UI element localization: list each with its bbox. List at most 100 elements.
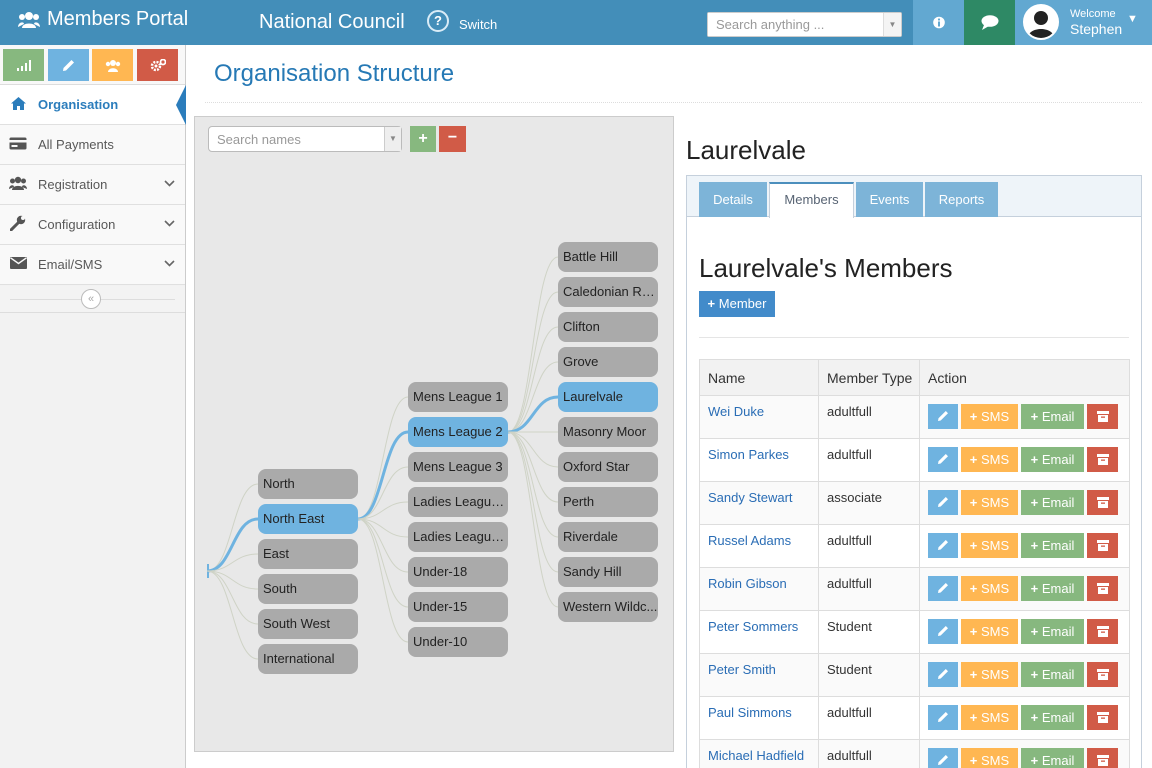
sms-member-button[interactable]: + SMS — [961, 662, 1018, 687]
edit-member-button[interactable] — [928, 662, 958, 687]
region-node-east[interactable]: East — [258, 539, 358, 569]
sms-member-button[interactable]: + SMS — [961, 490, 1018, 515]
double-chevron-left-icon[interactable]: « — [81, 289, 101, 309]
sms-member-button[interactable]: + SMS — [961, 404, 1018, 429]
add-member-button[interactable]: + Member — [699, 291, 775, 317]
sidebar-item-configuration[interactable]: Configuration — [0, 205, 185, 245]
club-node-riverdale[interactable]: Riverdale — [558, 522, 658, 552]
archive-member-button[interactable] — [1087, 705, 1118, 730]
region-node-south-west[interactable]: South West — [258, 609, 358, 639]
global-search[interactable]: ▼ — [707, 12, 902, 37]
region-node-south[interactable]: South — [258, 574, 358, 604]
archive-member-button[interactable] — [1087, 404, 1118, 429]
sms-member-button[interactable]: + SMS — [961, 748, 1018, 768]
member-name-link[interactable]: Sandy Stewart — [708, 490, 793, 505]
club-node-perth[interactable]: Perth — [558, 487, 658, 517]
sidebar-item-email-sms[interactable]: Email/SMS — [0, 245, 185, 285]
club-node-battle-hill[interactable]: Battle Hill — [558, 242, 658, 272]
user-menu[interactable]: Welcome Stephen ▼ — [1015, 0, 1152, 45]
member-name-link[interactable]: Peter Sommers — [708, 619, 798, 634]
brand[interactable]: Members Portal — [18, 8, 188, 31]
column-header-name[interactable]: Name — [699, 359, 819, 396]
league-node-ladies-league-1[interactable]: Ladies League 1 — [408, 487, 508, 517]
club-node-masonry-moor[interactable]: Masonry Moor — [558, 417, 658, 447]
sms-member-button[interactable]: + SMS — [961, 533, 1018, 558]
edit-member-button[interactable] — [928, 533, 958, 558]
club-node-oxford-star[interactable]: Oxford Star — [558, 452, 658, 482]
club-node-western-wildc[interactable]: Western Wildc... — [558, 592, 658, 622]
league-node-under-10[interactable]: Under-10 — [408, 627, 508, 657]
email-member-button[interactable]: + Email — [1021, 576, 1084, 601]
column-header-member-type[interactable]: Member Type — [818, 359, 920, 396]
member-name-link[interactable]: Michael Hadfield — [708, 748, 804, 763]
caret-down-icon[interactable]: ▼ — [883, 13, 901, 36]
member-name-link[interactable]: Paul Simmons — [708, 705, 792, 720]
tab-members[interactable]: Members — [769, 182, 854, 218]
archive-member-button[interactable] — [1087, 619, 1118, 644]
email-member-button[interactable]: + Email — [1021, 447, 1084, 472]
help-icon[interactable]: ? — [427, 10, 449, 32]
tab-events[interactable]: Events — [856, 182, 923, 217]
archive-member-button[interactable] — [1087, 533, 1118, 558]
archive-member-button[interactable] — [1087, 748, 1118, 768]
league-node-under-18[interactable]: Under-18 — [408, 557, 508, 587]
caret-down-icon[interactable]: ▼ — [384, 127, 401, 151]
club-node-clifton[interactable]: Clifton — [558, 312, 658, 342]
email-member-button[interactable]: + Email — [1021, 619, 1084, 644]
region-node-north[interactable]: North — [258, 469, 358, 499]
email-member-button[interactable]: + Email — [1021, 748, 1084, 768]
edit-member-button[interactable] — [928, 490, 958, 515]
club-node-caledonian-ro[interactable]: Caledonian Ro... — [558, 277, 658, 307]
stats-shortcut-button[interactable] — [3, 49, 44, 81]
email-member-button[interactable]: + Email — [1021, 404, 1084, 429]
switch-link[interactable]: Switch — [459, 17, 497, 32]
league-node-mens-league-1[interactable]: Mens League 1 — [408, 382, 508, 412]
remove-node-button[interactable]: − — [439, 126, 466, 152]
club-node-sandy-hill[interactable]: Sandy Hill — [558, 557, 658, 587]
email-member-button[interactable]: + Email — [1021, 533, 1084, 558]
archive-member-button[interactable] — [1087, 662, 1118, 687]
edit-shortcut-button[interactable] — [48, 49, 89, 81]
email-member-button[interactable]: + Email — [1021, 490, 1084, 515]
sidebar-item-all-payments[interactable]: All Payments — [0, 125, 185, 165]
member-name-link[interactable]: Russel Adams — [708, 533, 791, 548]
region-node-international[interactable]: International — [258, 644, 358, 674]
edit-member-button[interactable] — [928, 404, 958, 429]
member-name-link[interactable]: Peter Smith — [708, 662, 776, 677]
settings-shortcut-button[interactable] — [137, 49, 178, 81]
league-node-mens-league-3[interactable]: Mens League 3 — [408, 452, 508, 482]
league-node-mens-league-2[interactable]: Mens League 2 — [408, 417, 508, 447]
sidebar-item-registration[interactable]: Registration — [0, 165, 185, 205]
archive-member-button[interactable] — [1087, 447, 1118, 472]
edit-member-button[interactable] — [928, 748, 958, 768]
sms-member-button[interactable]: + SMS — [961, 619, 1018, 644]
archive-member-button[interactable] — [1087, 576, 1118, 601]
caret-down-icon[interactable]: ▼ — [1127, 13, 1138, 25]
edit-member-button[interactable] — [928, 619, 958, 644]
club-node-laurelvale[interactable]: Laurelvale — [558, 382, 658, 412]
tree-search-input[interactable] — [209, 127, 384, 151]
member-name-link[interactable]: Robin Gibson — [708, 576, 787, 591]
league-node-ladies-league-2[interactable]: Ladies League 2 — [408, 522, 508, 552]
add-node-button[interactable]: + — [410, 126, 436, 152]
archive-member-button[interactable] — [1087, 490, 1118, 515]
region-node-north-east[interactable]: North East — [258, 504, 358, 534]
sidebar-item-organisation[interactable]: Organisation — [0, 85, 186, 125]
club-node-grove[interactable]: Grove — [558, 347, 658, 377]
tab-reports[interactable]: Reports — [925, 182, 998, 217]
tab-details[interactable]: Details — [699, 182, 767, 217]
edit-member-button[interactable] — [928, 705, 958, 730]
email-member-button[interactable]: + Email — [1021, 705, 1084, 730]
league-node-under-15[interactable]: Under-15 — [408, 592, 508, 622]
info-button[interactable] — [913, 0, 964, 45]
member-name-link[interactable]: Simon Parkes — [708, 447, 789, 462]
member-name-link[interactable]: Wei Duke — [708, 404, 764, 419]
members-shortcut-button[interactable] — [92, 49, 133, 81]
edit-member-button[interactable] — [928, 576, 958, 601]
global-search-input[interactable] — [708, 13, 884, 36]
edit-member-button[interactable] — [928, 447, 958, 472]
sms-member-button[interactable]: + SMS — [961, 447, 1018, 472]
sms-member-button[interactable]: + SMS — [961, 705, 1018, 730]
email-member-button[interactable]: + Email — [1021, 662, 1084, 687]
messages-button[interactable] — [964, 0, 1015, 45]
